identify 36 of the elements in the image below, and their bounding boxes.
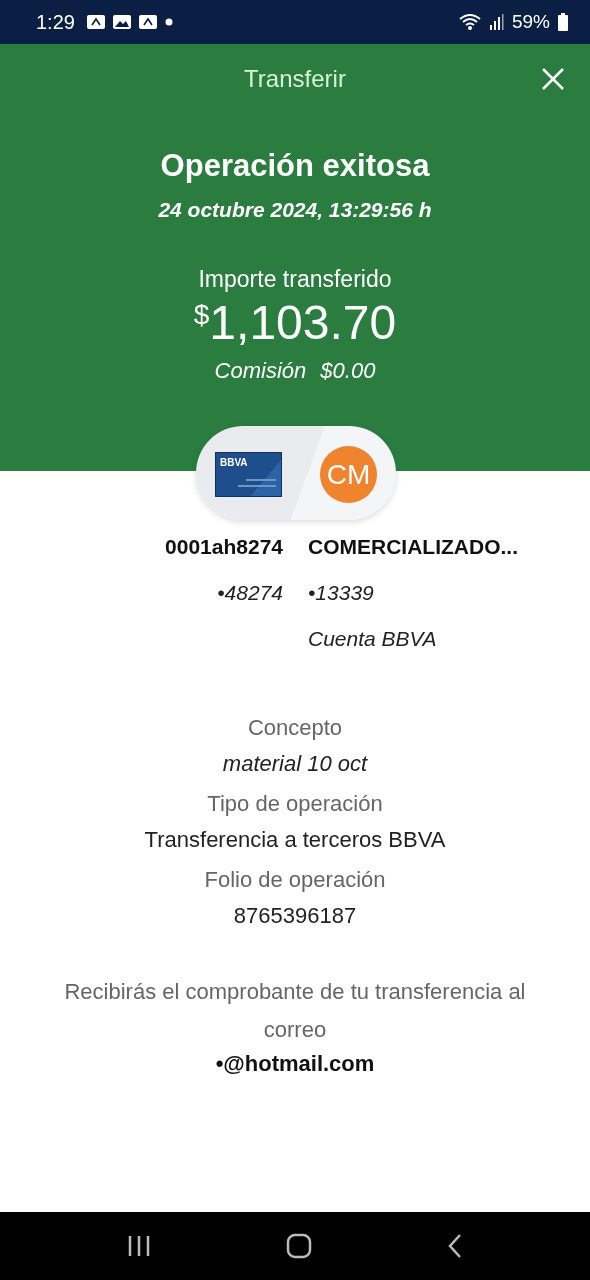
image-icon (112, 14, 131, 30)
success-title: Operación exitosa (160, 148, 430, 184)
detail-value: Transferencia a terceros BBVA (144, 827, 446, 853)
wifi-icon (457, 13, 482, 31)
notice-email: •@hotmail.com (214, 1051, 376, 1077)
battery-icon (558, 13, 568, 31)
operation-date: 24 octubre 2024, 13:29:56 h (158, 198, 432, 222)
close-button[interactable] (540, 66, 566, 92)
amount-label: Importe transferido (198, 266, 392, 293)
battery-percent: 59% (511, 11, 550, 33)
receipt-notice: Recibirás el comprobante de tu transferencia al correo (63, 978, 527, 1044)
destination-account-name: COMERCIALIZADO... (308, 535, 519, 559)
signal-icon (489, 14, 504, 30)
commission-label: Comisión (214, 358, 307, 384)
destination-bank: Cuenta BBVA (308, 627, 438, 651)
commission-value: $0.00 (320, 358, 376, 384)
notification-icon (86, 14, 105, 30)
detail-label: Tipo de operación (207, 791, 383, 817)
recent-apps-icon[interactable] (127, 1235, 152, 1257)
back-icon[interactable] (446, 1233, 463, 1259)
currency-symbol: $ (193, 299, 210, 330)
status-time: 1:29 (36, 10, 75, 34)
detail-value: material 10 oct (222, 751, 368, 777)
origin-account-name: 0001ah8274 (164, 535, 283, 559)
card-logo: BBVA (220, 457, 248, 468)
notification-icon (138, 14, 157, 30)
detail-label: Folio de operación (204, 867, 386, 893)
dot-icon (164, 18, 173, 26)
destination-account-number: •13339 (308, 581, 375, 605)
detail-label: Concepto (247, 715, 343, 741)
origin-account-number: •48274 (216, 581, 283, 605)
payee-avatar: CM (320, 446, 377, 503)
detail-value: 8765396187 (233, 903, 357, 929)
screen-title: Transferir (244, 65, 346, 93)
home-icon[interactable] (286, 1233, 312, 1259)
amount-value: 1,103.70 (209, 295, 397, 350)
